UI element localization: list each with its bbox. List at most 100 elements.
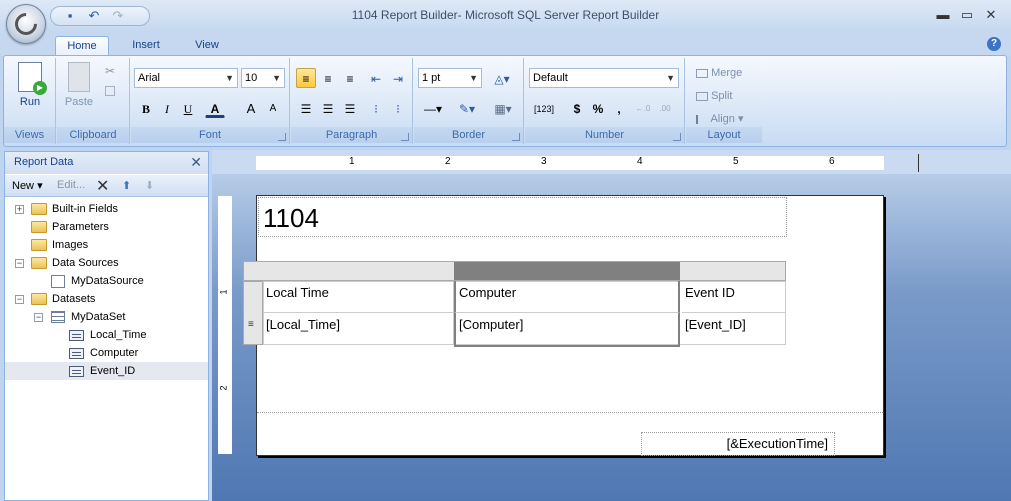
align-center-button[interactable]: ☰ <box>318 98 338 118</box>
run-label: Run <box>19 96 41 108</box>
collapse-icon[interactable]: − <box>34 313 43 322</box>
tab-home[interactable]: Home <box>55 36 109 56</box>
title-textbox[interactable]: 1104 <box>258 197 787 237</box>
tree-item-mydatasource[interactable]: MyDataSource <box>13 272 203 290</box>
edit-button[interactable]: Edit... <box>57 179 85 191</box>
align-left-button[interactable]: ☰ <box>296 98 316 118</box>
align-button[interactable]: Align ▾ <box>696 110 744 128</box>
group-clipboard: Paste ✂ Clipboard <box>57 58 130 144</box>
number-dialog-launcher-icon[interactable] <box>673 133 681 141</box>
tree-item-field-computer[interactable]: Computer <box>13 344 203 362</box>
percent-button[interactable]: % <box>588 98 608 118</box>
group-font: Arial ▼ 10 ▼ B I U A A A Font <box>131 58 290 144</box>
currency-button[interactable]: $ <box>567 98 587 118</box>
header-cell-local-time[interactable]: Local Time <box>263 281 454 313</box>
paragraph-dialog-launcher-icon[interactable] <box>401 133 409 141</box>
ruler-mark: 1 <box>218 289 229 295</box>
close-button[interactable]: ✕ <box>981 7 1001 23</box>
font-family-select[interactable]: Arial ▼ <box>134 68 238 88</box>
number-format-select[interactable]: Default ▼ <box>529 68 679 88</box>
border-width-value: 1 pt <box>422 72 441 84</box>
cut-icon[interactable]: ✂ <box>105 64 115 78</box>
merge-button[interactable]: Merge <box>696 64 742 82</box>
close-icon[interactable]: ✕ <box>190 154 202 171</box>
group-label-paragraph: Paragraph <box>291 127 412 143</box>
collapse-icon[interactable]: − <box>15 295 24 304</box>
move-down-icon[interactable]: ⬇ <box>145 179 154 192</box>
tree-item-built-in-fields[interactable]: + Built-in Fields <box>13 200 203 218</box>
placeholder-styles-button[interactable]: [123] <box>529 98 559 118</box>
comma-button[interactable]: , <box>609 98 629 118</box>
grow-font-button[interactable]: A <box>241 98 261 118</box>
tree-item-field-local-time[interactable]: Local_Time <box>13 326 203 344</box>
paste-button[interactable]: Paste <box>61 62 97 114</box>
tree-item-data-sources[interactable]: − Data Sources <box>13 254 203 272</box>
tree-item-datasets[interactable]: − Datasets <box>13 290 203 308</box>
folder-icon <box>31 221 47 233</box>
bullets-button[interactable]: ⁝ <box>366 98 386 118</box>
italic-button[interactable]: I <box>157 98 177 118</box>
increase-indent-button[interactable]: ⇥ <box>388 68 408 88</box>
move-up-icon[interactable]: ⬆ <box>122 179 131 192</box>
detail-cell-event-id[interactable]: [Event_ID] <box>682 313 786 345</box>
report-data-toolbar: New ▾ Edit... ✕ ⬆ ⬇ <box>5 175 208 197</box>
minimize-button[interactable]: ▬ <box>933 7 953 23</box>
shrink-font-button[interactable]: A <box>263 98 283 118</box>
tree-item-label: Images <box>52 239 89 251</box>
font-size-select[interactable]: 10 ▼ <box>241 68 285 88</box>
font-dialog-launcher-icon[interactable] <box>278 133 286 141</box>
new-button[interactable]: New ▾ <box>12 179 43 192</box>
expand-icon[interactable]: + <box>15 205 24 214</box>
border-style-button[interactable]: —▾ <box>418 98 448 118</box>
report-body[interactable]: 1104 ≡ Local Time Computer Event ID [Loc… <box>243 195 884 456</box>
borders-button[interactable]: ▦▾ <box>488 98 518 118</box>
help-icon[interactable]: ? <box>987 37 1001 51</box>
application-menu-button[interactable] <box>6 4 46 44</box>
tab-view[interactable]: View <box>186 36 228 56</box>
horizontal-ruler: 1 2 3 4 5 6 <box>256 156 884 170</box>
chevron-down-icon: ▼ <box>666 73 675 83</box>
tree-item-field-event-id[interactable]: Event_ID <box>5 362 208 380</box>
ruler-mark: 1 <box>349 156 355 167</box>
group-label-border: Border <box>414 127 523 143</box>
report-title: 1104 <box>263 203 319 233</box>
collapse-icon[interactable]: − <box>15 259 24 268</box>
decrease-indent-button[interactable]: ⇤ <box>366 68 386 88</box>
align-right-button[interactable]: ☰ <box>340 98 360 118</box>
group-label-number: Number <box>525 127 684 143</box>
tablix-selected-column-handle[interactable] <box>454 262 680 280</box>
split-button[interactable]: Split <box>696 87 732 105</box>
tree-item-images[interactable]: Images <box>13 236 203 254</box>
numbering-button[interactable]: ⁝ <box>388 98 408 118</box>
underline-button[interactable]: U <box>178 98 198 118</box>
align-label: Align <box>710 113 735 125</box>
increase-decimal-button[interactable]: ←.0 <box>633 98 653 118</box>
folder-icon <box>31 203 47 215</box>
chevron-down-icon: ▼ <box>272 73 281 83</box>
number-format-value: Default <box>533 72 568 84</box>
header-cell-computer[interactable]: Computer <box>454 281 680 313</box>
font-color-button[interactable]: A <box>205 98 225 118</box>
maximize-button[interactable]: ▭ <box>957 7 977 23</box>
border-dialog-launcher-icon[interactable] <box>512 133 520 141</box>
delete-icon[interactable]: ✕ <box>96 176 109 196</box>
tablix-row-handles[interactable]: ≡ <box>243 281 263 345</box>
align-middle-button[interactable]: ≡ <box>318 68 338 88</box>
tab-insert[interactable]: Insert <box>122 36 170 56</box>
detail-cell-computer[interactable]: [Computer] <box>454 313 680 347</box>
header-cell-event-id[interactable]: Event ID <box>682 281 786 313</box>
app-logo-icon <box>10 8 42 40</box>
execution-time-textbox[interactable]: [&ExecutionTime] <box>641 432 835 456</box>
align-bottom-button[interactable]: ≡ <box>340 68 360 88</box>
decrease-decimal-button[interactable]: .00 <box>655 98 675 118</box>
border-width-select[interactable]: 1 pt ▼ <box>418 68 482 88</box>
fill-color-button[interactable]: ◬▾ <box>488 68 516 88</box>
run-button[interactable]: ▶ Run <box>10 62 50 114</box>
tree-item-parameters[interactable]: Parameters <box>13 218 203 236</box>
bold-button[interactable]: B <box>136 98 156 118</box>
tree-item-mydataset[interactable]: − MyDataSet <box>13 308 203 326</box>
detail-cell-local-time[interactable]: [Local_Time] <box>263 313 454 345</box>
align-top-button[interactable]: ≡ <box>296 68 316 88</box>
border-color-button[interactable]: ✎▾ <box>452 98 482 118</box>
copy-icon[interactable] <box>105 86 115 96</box>
